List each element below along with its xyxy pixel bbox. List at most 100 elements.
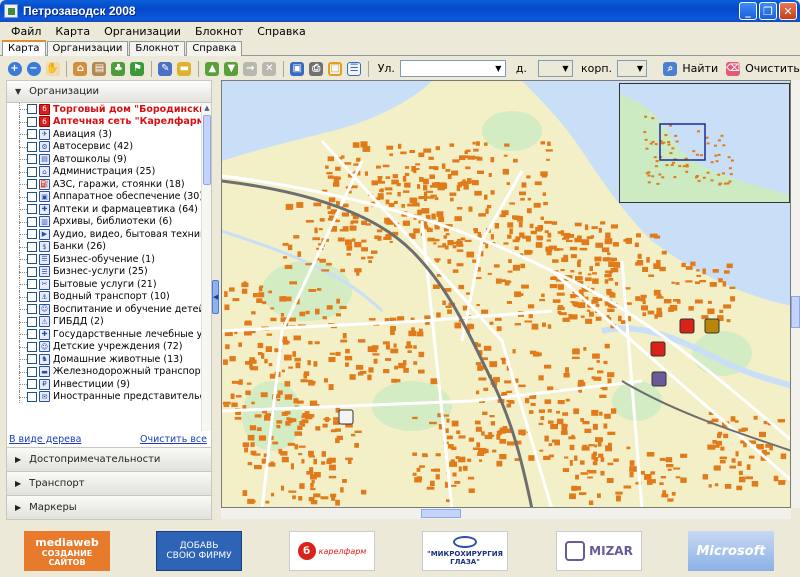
tree-item[interactable]: $ Банки (26) xyxy=(7,240,211,253)
tab-map[interactable]: Карта xyxy=(2,40,46,56)
tree-item[interactable]: ▥ Архивы, библиотеки (6) xyxy=(7,215,211,228)
checkbox[interactable] xyxy=(27,104,37,115)
tree-icon[interactable]: ♣ xyxy=(110,60,127,78)
mediaweb-banner[interactable]: mediaweb СОЗДАНИЕ САЙТОВ xyxy=(24,531,110,571)
ruler-icon[interactable]: ▬ xyxy=(176,60,193,78)
eye-surgery-banner[interactable]: "МИКРОХИРУРГИЯ ГЛАЗА" xyxy=(422,531,508,571)
checkbox[interactable] xyxy=(27,241,37,252)
menu-organizations[interactable]: Организации xyxy=(97,25,188,38)
scroll-up-icon[interactable]: ▲ xyxy=(202,103,212,113)
print-icon[interactable]: ⎙ xyxy=(308,60,325,78)
pen-icon[interactable]: ✎ xyxy=(157,60,174,78)
overview-map[interactable] xyxy=(619,83,790,203)
hand-pan-icon[interactable]: ✋ xyxy=(44,60,61,78)
tree-item[interactable]: ▤ Автошколы (9) xyxy=(7,153,211,166)
map-vertical-scrollbar[interactable] xyxy=(791,80,800,508)
scroll-thumb[interactable] xyxy=(791,296,800,328)
tree-item[interactable]: б Торговый дом "Бородинский" xyxy=(7,103,211,116)
tree-item[interactable]: ✚ Аптеки и фармацевтика (64) xyxy=(7,203,211,216)
checkbox[interactable] xyxy=(27,316,37,327)
maximize-button[interactable]: ❐ xyxy=(759,2,777,20)
clear-all-link[interactable]: Очистить все xyxy=(140,434,207,445)
menu-map[interactable]: Карта xyxy=(48,25,97,38)
flag-icon[interactable]: ⚑ xyxy=(129,60,146,78)
tree-item[interactable]: ⌂ Администрация (25) xyxy=(7,165,211,178)
checkbox[interactable] xyxy=(27,341,37,352)
add-company-banner[interactable]: ДОБАВЬ СВОЮ ФИРМУ xyxy=(156,531,242,571)
overview-map-graphic[interactable] xyxy=(620,84,790,203)
tree-item[interactable]: ⛽ АЗС, гаражи, стоянки (18) xyxy=(7,178,211,191)
checkbox[interactable] xyxy=(27,291,37,302)
checkbox[interactable] xyxy=(27,354,37,365)
clear-button[interactable]: ⌫ Очистить xyxy=(724,60,800,78)
close-button[interactable]: ✕ xyxy=(779,2,797,20)
checkbox[interactable] xyxy=(27,141,37,152)
scroll-thumb[interactable] xyxy=(421,509,461,518)
tree-item[interactable]: ⚓ Водный транспорт (10) xyxy=(7,290,211,303)
save-icon[interactable]: ▣ xyxy=(289,60,306,78)
karelfarm-banner[interactable]: б карелфарм xyxy=(289,531,375,571)
tree-item[interactable]: ✂ Бытовые услуги (21) xyxy=(7,278,211,291)
tree-item[interactable]: ▬ Железнодорожный транспорт (4) xyxy=(7,365,211,378)
korpus-input[interactable]: ▼ xyxy=(617,60,648,77)
checkbox[interactable] xyxy=(27,129,37,140)
panel-splitter[interactable]: ◀ xyxy=(212,80,220,520)
tree-item[interactable]: ₽ Инвестиции (9) xyxy=(7,378,211,391)
tree-item[interactable]: ☰ Бизнес-обучение (1) xyxy=(7,253,211,266)
checkbox[interactable] xyxy=(27,179,37,190)
tree-item[interactable]: ▶Аудио, видео, бытовая техника (10 xyxy=(7,228,211,241)
tree-item[interactable]: б Аптечная сеть "Карелфарм" xyxy=(7,115,211,128)
checkbox[interactable] xyxy=(27,229,37,240)
tree-item[interactable]: ♞ Домашние животные (13) xyxy=(7,353,211,366)
checkbox[interactable] xyxy=(27,191,37,202)
checkbox[interactable] xyxy=(27,216,37,227)
checkbox[interactable] xyxy=(27,329,37,340)
checkbox[interactable] xyxy=(27,266,37,277)
chevron-down-icon[interactable]: ▼ xyxy=(634,62,645,75)
checkbox[interactable] xyxy=(27,366,37,377)
tree-item[interactable]: ☺ Детские учреждения (72) xyxy=(7,340,211,353)
street-input[interactable]: ▼ xyxy=(399,60,506,77)
microsoft-banner[interactable]: Microsoft xyxy=(688,531,774,571)
tree-item[interactable]: ⚠ ГИБДД (2) xyxy=(7,315,211,328)
tab-notebook[interactable]: Блокнот xyxy=(129,41,186,56)
map-view[interactable] xyxy=(221,80,791,508)
route-end-icon[interactable]: ▼ xyxy=(223,60,240,78)
legend-icon[interactable]: ☰ xyxy=(346,60,363,78)
sights-group-header[interactable]: ▶ Достопримечательности xyxy=(7,447,211,471)
building-info-icon[interactable]: ⌂ xyxy=(72,60,89,78)
menu-file[interactable]: Файл xyxy=(4,25,48,38)
checkbox[interactable] xyxy=(27,391,37,402)
route-start-icon[interactable]: ▲ xyxy=(204,60,221,78)
collapse-arrow-icon[interactable]: ◀ xyxy=(212,280,219,314)
tree-item[interactable]: ✚Государственные лечебные учрежд xyxy=(7,328,211,341)
minimize-button[interactable]: _ xyxy=(739,2,757,20)
chevron-down-icon[interactable]: ▼ xyxy=(493,62,504,75)
tree-view-link[interactable]: В виде дерева xyxy=(9,434,81,445)
checkbox[interactable] xyxy=(27,304,37,315)
map-horizontal-scrollbar[interactable] xyxy=(221,508,791,519)
tab-organizations[interactable]: Организации xyxy=(46,41,129,56)
museum-icon[interactable]: ▤ xyxy=(91,60,108,78)
checkbox[interactable] xyxy=(27,204,37,215)
scroll-thumb[interactable] xyxy=(203,115,211,185)
tab-help[interactable]: Справка xyxy=(186,41,243,56)
checkbox[interactable] xyxy=(27,116,37,127)
tree-item[interactable]: ☺ Воспитание и обучение детей (57) xyxy=(7,303,211,316)
menu-notebook[interactable]: Блокнот xyxy=(188,25,250,38)
checkbox[interactable] xyxy=(27,254,37,265)
tree-item[interactable]: ⚙ Автосервис (42) xyxy=(7,140,211,153)
checkbox[interactable] xyxy=(27,166,37,177)
zoom-out-icon[interactable]: − xyxy=(25,60,42,78)
transport-group-header[interactable]: ▶ Транспорт xyxy=(7,471,211,495)
house-input[interactable]: ▼ xyxy=(537,60,573,77)
tree-item[interactable]: ▣ Аппаратное обеспечение (30) xyxy=(7,190,211,203)
find-button[interactable]: ⌕ Найти xyxy=(661,60,718,78)
organizations-group-header[interactable]: ▼ Организации xyxy=(7,81,211,103)
checkbox[interactable] xyxy=(27,154,37,165)
tree-item[interactable]: ✈ Авиация (3) xyxy=(7,128,211,141)
checkbox[interactable] xyxy=(27,379,37,390)
zoom-in-icon[interactable]: + xyxy=(6,60,23,78)
mizar-banner[interactable]: MIZAR xyxy=(556,531,642,571)
checkbox[interactable] xyxy=(27,279,37,290)
